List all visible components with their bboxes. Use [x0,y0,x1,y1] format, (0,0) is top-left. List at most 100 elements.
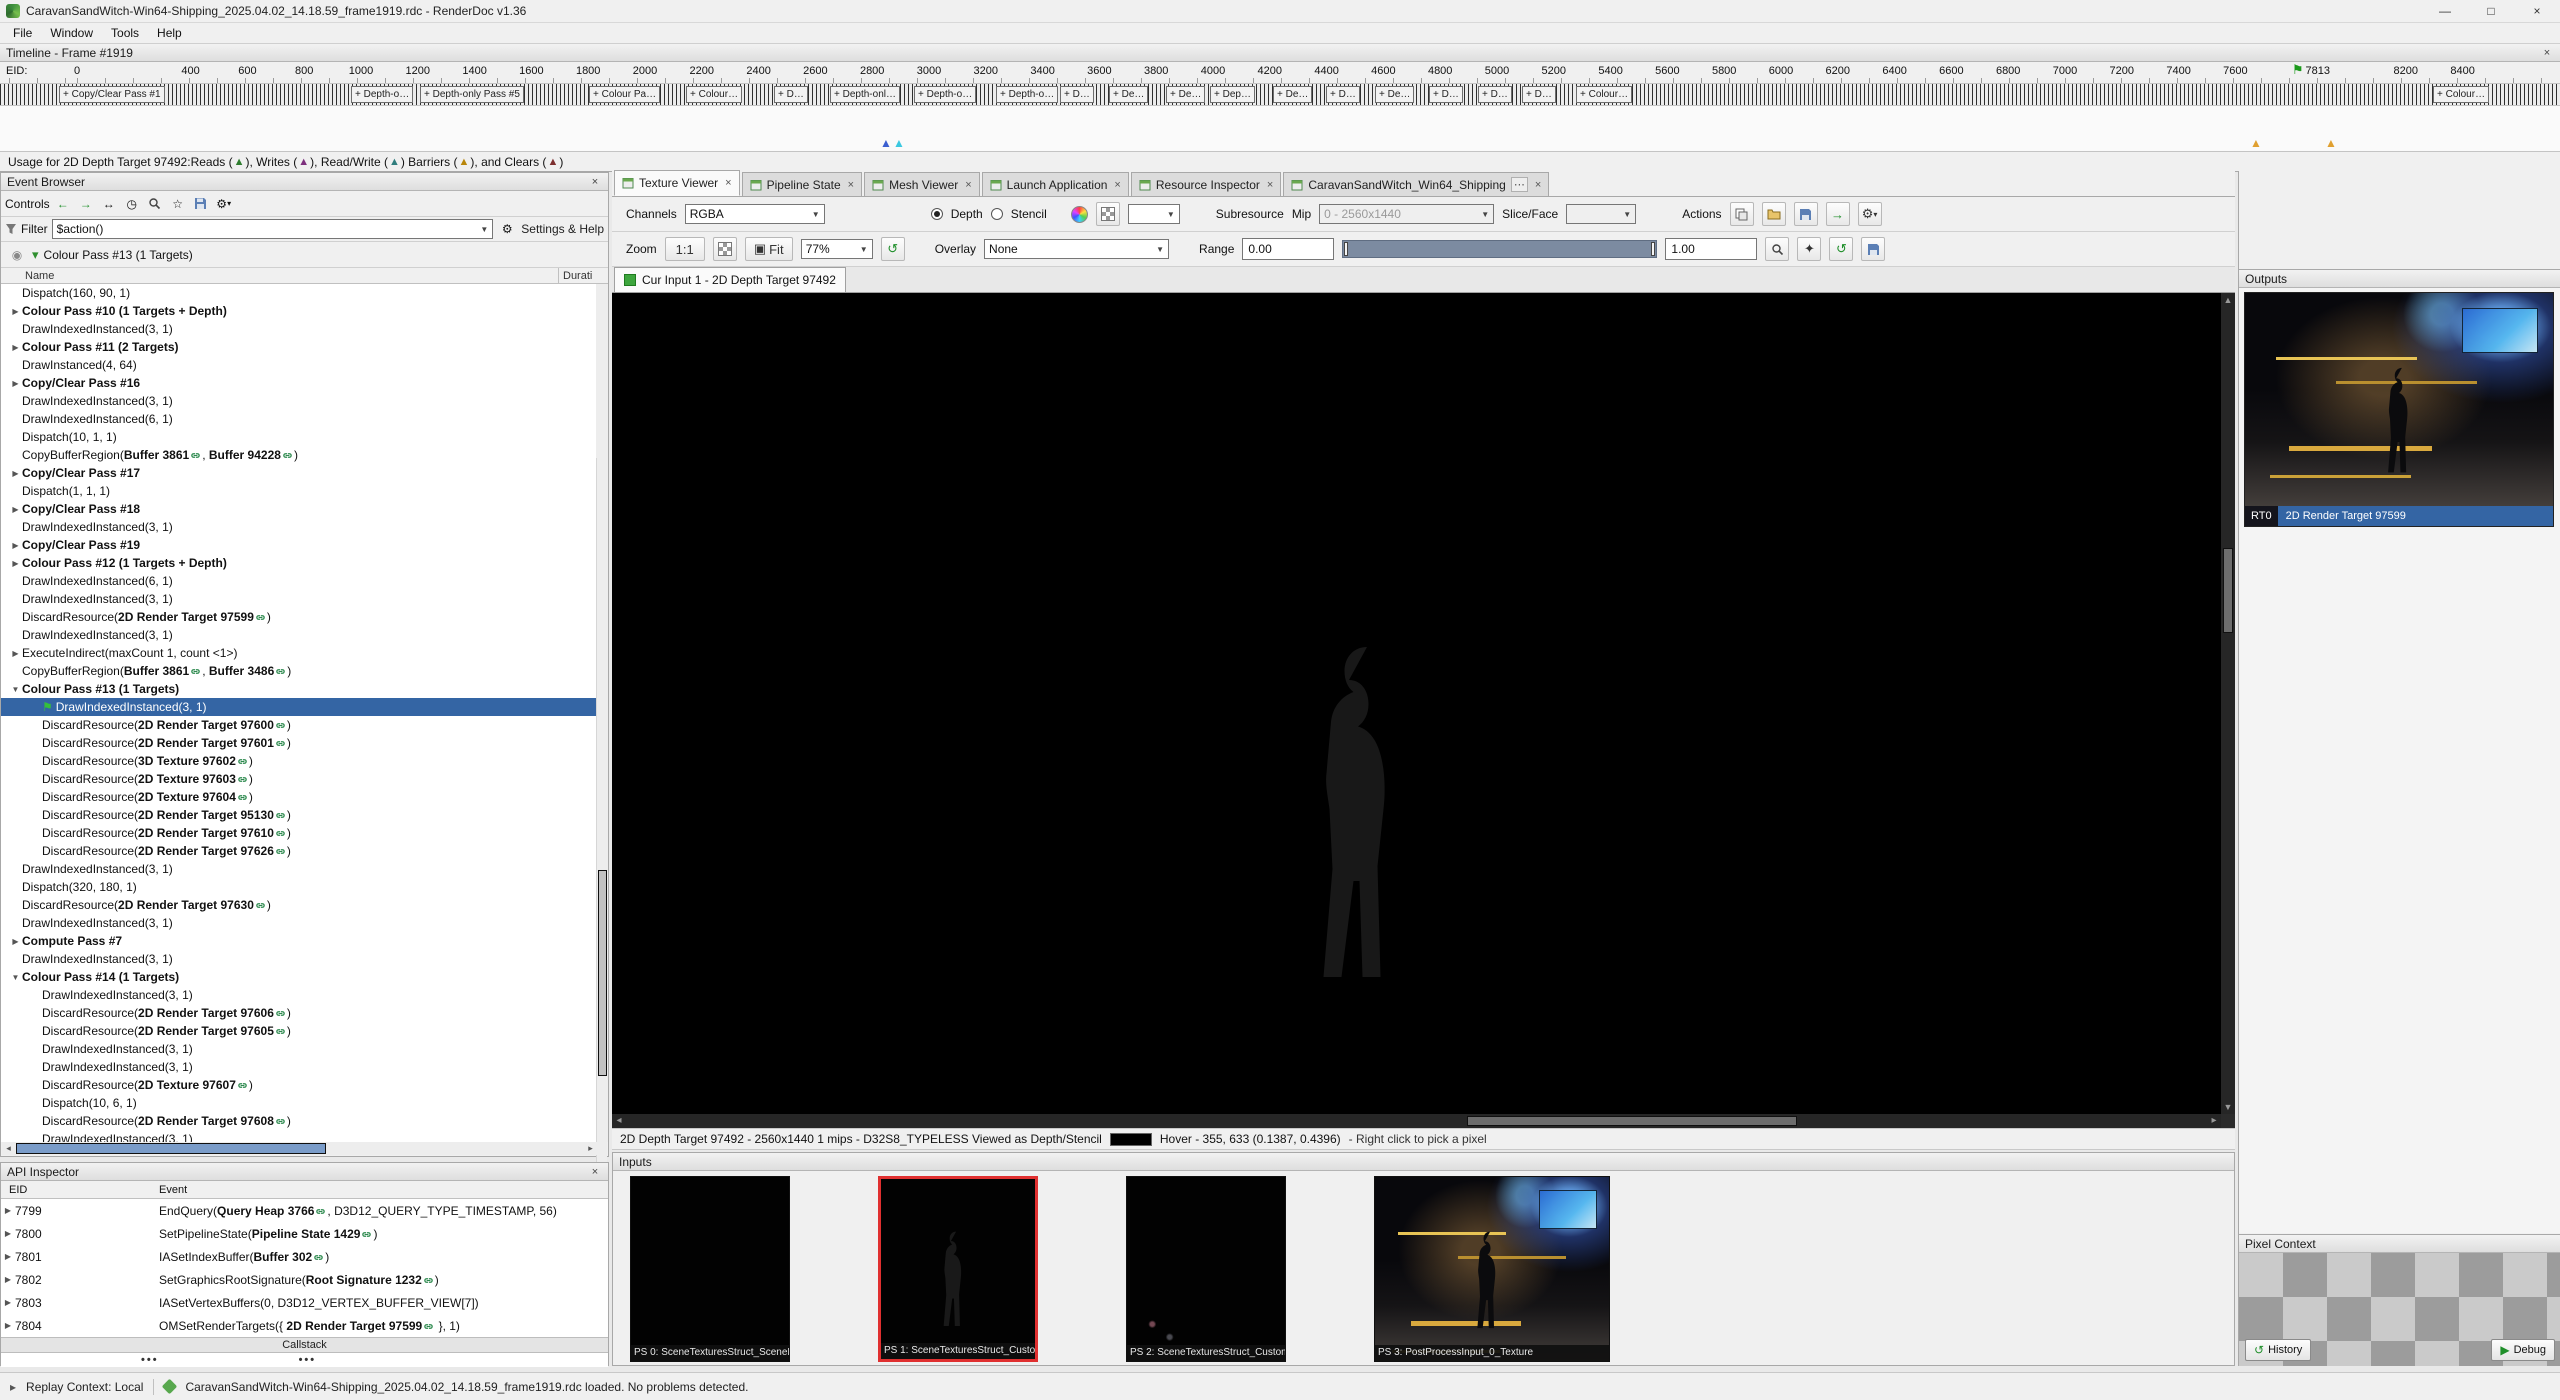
color-wheel-button[interactable] [1071,206,1088,223]
zoom-percent-select[interactable]: 77% ▼ [801,239,873,259]
filter-settings-icon[interactable]: ⚙ [497,219,517,239]
save-range-icon[interactable] [1861,237,1885,261]
texture-image[interactable] [612,293,2221,1114]
next-event-button[interactable]: → [76,194,96,214]
current-eid-flag-icon[interactable]: ⚑7813 [2292,62,2330,78]
event-row[interactable]: DrawIndexedInstanced(3, 1) [1,1040,596,1058]
api-call-row[interactable]: ▶7804OMSetRenderTargets({ 2D Render Targ… [1,1314,608,1337]
event-row[interactable]: ▶Copy/Clear Pass #19 [1,536,596,554]
timeline-pass-chip[interactable]: + D… [1478,86,1512,103]
jump-eid-icon[interactable]: ↔ [99,194,119,214]
event-row[interactable]: ▶Copy/Clear Pass #18 [1,500,596,518]
event-row[interactable]: DiscardResource(2D Render Target 97630) [1,896,596,914]
timeline-pass-chip[interactable]: + Dep… [1210,86,1255,103]
event-row[interactable]: DrawInstanced(4, 64) [1,356,596,374]
event-row[interactable]: DiscardResource(2D Render Target 97608) [1,1112,596,1130]
event-row-selected[interactable]: ⚑DrawIndexedInstanced(3, 1) [1,698,596,716]
event-row[interactable]: DiscardResource(2D Render Target 97600) [1,716,596,734]
input-thumbnail-ps3[interactable]: PS 3: PostProcessInput_0_Texture [1374,1176,1610,1362]
event-row[interactable]: Dispatch(10, 1, 1) [1,428,596,446]
event-row[interactable]: DiscardResource(2D Render Target 97599) [1,608,596,626]
open-icon[interactable] [1762,202,1786,226]
event-row[interactable]: Dispatch(320, 180, 1) [1,878,596,896]
reset-range-icon[interactable]: ↺ [1829,237,1853,261]
current-texture-tab[interactable]: Cur Input 1 - 2D Depth Target 97492 [614,267,846,292]
timeline-pass-chip[interactable]: + Depth-o… [351,86,413,103]
event-row[interactable]: ▶Colour Pass #11 (2 Targets) [1,338,596,356]
event-row[interactable]: DiscardResource(2D Render Target 97601) [1,734,596,752]
timeline-pass-chip[interactable]: + Depth-only Pass #5 [420,86,524,103]
tab-resource-inspector[interactable]: Resource Inspector× [1131,172,1282,196]
event-row[interactable]: DrawIndexedInstanced(3, 1) [1,590,596,608]
refresh-icon[interactable]: ↺ [881,237,905,261]
event-row[interactable]: DrawIndexedInstanced(3, 1) [1,1130,596,1142]
tab-close-icon[interactable]: × [1535,179,1541,191]
timeline-pass-chip[interactable]: + Colour Pa… [589,86,660,103]
event-row[interactable]: Dispatch(10, 6, 1) [1,1094,596,1112]
texture-vertical-scrollbar[interactable]: ▲▼ [2221,293,2235,1114]
texture-horizontal-scrollbar[interactable]: ◂▸ [612,1114,2221,1128]
timeline-pass-chip[interactable]: + De… [1166,86,1205,103]
save-texture-icon[interactable] [1794,202,1818,226]
replay-context-text[interactable]: Replay Context: Local [26,1380,143,1394]
event-row[interactable]: DiscardResource(2D Render Target 95130) [1,806,596,824]
timeline-pass-chip[interactable]: + Depth-onl… [830,86,900,103]
history-button[interactable]: ↺ History [2245,1339,2311,1361]
event-row[interactable]: DiscardResource(3D Texture 97602) [1,752,596,770]
input-thumbnail-ps0[interactable]: PS 0: SceneTexturesStruct_SceneDepthText… [630,1176,790,1362]
range-min-input[interactable]: 0.00 [1242,238,1334,260]
menu-window[interactable]: Window [41,23,102,43]
overlay-select[interactable]: None ▼ [984,239,1169,259]
usage-marker-icon[interactable]: ▲ [2250,137,2262,149]
mip-select[interactable]: 0 - 2560x1440 ▼ [1319,204,1494,224]
goto-resource-icon[interactable]: → [1826,202,1850,226]
menu-file[interactable]: File [4,23,41,43]
zoom-range-icon[interactable] [1765,237,1789,261]
api-inspector-column-headers[interactable]: EID Event [1,1181,608,1199]
timeline-pass-chip[interactable]: + Depth-o… [914,86,976,103]
timeline-ruler[interactable]: EID: 04006008001000120014001600180020002… [0,62,2560,84]
api-call-row[interactable]: ▶7800SetPipelineState(Pipeline State 142… [1,1222,608,1245]
event-row[interactable]: ▶Colour Pass #10 (1 Targets + Depth) [1,302,596,320]
tab-overflow-menu-icon[interactable]: ⋯ [1511,177,1528,192]
event-row[interactable]: ▶Compute Pass #7 [1,932,596,950]
timeline-pass-chip[interactable]: + De… [1273,86,1312,103]
slice-face-select[interactable]: ▼ [1566,204,1636,224]
event-row[interactable]: Dispatch(160, 90, 1) [1,284,596,302]
column-eid[interactable]: EID [1,1184,27,1196]
timeline-pass-chip[interactable]: + D… [1060,86,1094,103]
save-icon[interactable] [191,194,211,214]
tab-close-icon[interactable]: × [725,177,731,189]
input-thumbnail-ps2[interactable]: PS 2: SceneTexturesStruct_CustomStencilT… [1126,1176,1286,1362]
minimize-button[interactable]: — [2422,0,2468,22]
api-inspector-close-icon[interactable]: × [588,1166,602,1178]
channels-select[interactable]: RGBA ▼ [685,204,825,224]
tab-close-icon[interactable]: × [965,179,971,191]
api-call-row[interactable]: ▶7799EndQuery(Query Heap 3766, D3D12_QUE… [1,1199,608,1222]
render-target-label[interactable]: RT0 2D Render Target 97599 [2245,506,2553,526]
background-checker-button[interactable] [1096,202,1120,226]
event-row[interactable]: ▼Colour Pass #14 (1 Targets) [1,968,596,986]
settings-help-link[interactable]: Settings & Help [521,222,604,236]
stencil-radio[interactable] [991,208,1003,220]
maximize-button[interactable]: □ [2468,0,2514,22]
range-slider-black-handle[interactable] [1344,242,1348,256]
timeline-pass-chip[interactable]: + Depth-o… [996,86,1058,103]
event-row[interactable]: DiscardResource(2D Render Target 97626) [1,842,596,860]
menu-tools[interactable]: Tools [102,23,148,43]
event-row[interactable]: CopyBufferRegion(Buffer 3861, Buffer 942… [1,446,596,464]
range-max-input[interactable]: 1.00 [1665,238,1757,260]
settings-gear-icon[interactable]: ⚙▾ [214,194,234,214]
event-row[interactable]: DrawIndexedInstanced(6, 1) [1,410,596,428]
api-call-row[interactable]: ▶7802SetGraphicsRootSignature(Root Signa… [1,1268,608,1291]
event-row[interactable]: DiscardResource(2D Texture 97604) [1,788,596,806]
timeline-close-icon[interactable]: × [2540,47,2554,59]
usage-marker-icon[interactable]: ▲ [2325,137,2337,149]
fit-toggle-button[interactable]: ▣ Fit [745,237,793,261]
timeline-pass-chip[interactable]: + Colour… [1576,86,1632,103]
tab-caravansandwitch-win64-shipping[interactable]: CaravanSandWitch_Win64_Shipping⋯× [1283,172,1549,196]
usage-marker-icon[interactable]: ▲ [880,137,892,149]
texture-display-area[interactable]: ▲▼ ◂▸ [612,293,2235,1128]
tab-close-icon[interactable]: × [1267,179,1273,191]
usage-marker-icon[interactable]: ▲ [893,137,905,149]
